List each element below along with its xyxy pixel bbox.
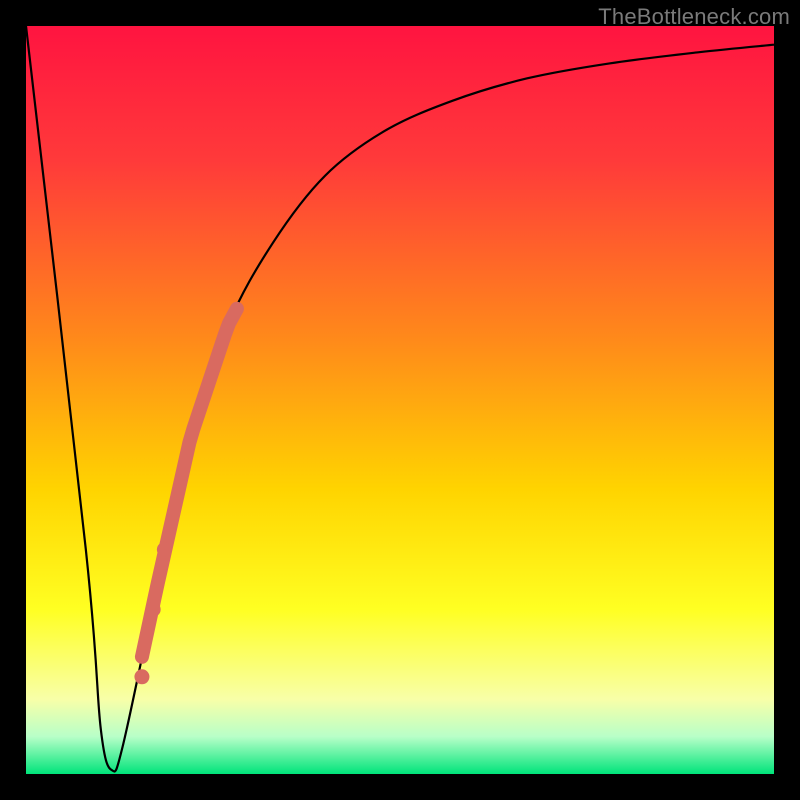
curve-marker <box>146 602 161 617</box>
curve-marker <box>134 669 149 684</box>
curve-layer <box>26 26 774 774</box>
curve-marker <box>157 542 172 557</box>
watermark-text: TheBottleneck.com <box>598 4 790 30</box>
plot-frame <box>26 26 774 774</box>
